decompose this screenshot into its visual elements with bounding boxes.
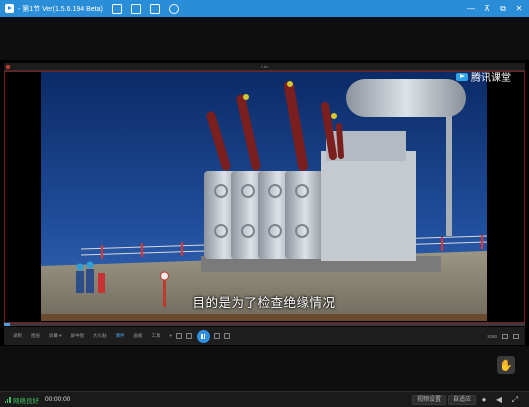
playback-speed-label: 1.6x <box>260 64 269 69</box>
pause-button[interactable] <box>196 329 210 343</box>
minimize-button[interactable]: — <box>463 0 479 17</box>
video-subtitle: 目的是为了检查绝缘情况 <box>192 295 336 310</box>
pin-button[interactable]: ⊼ <box>479 0 495 17</box>
maximize-button[interactable]: ⧉ <box>495 0 511 17</box>
layer-button[interactable]: 图层 <box>31 333 40 339</box>
resolution-label[interactable]: 1080 <box>487 334 497 339</box>
brand-name: 腾讯课堂 <box>471 73 511 84</box>
recording-strip: 1.6x <box>4 63 525 71</box>
player-right-controls: 1080 <box>487 333 519 339</box>
shrink-icon[interactable] <box>149 3 160 14</box>
microphone-icon[interactable]: ● <box>479 395 489 405</box>
board-button[interactable]: 画板 <box>134 333 143 339</box>
close-button[interactable]: ✕ <box>511 0 527 17</box>
transformer-scene-image <box>41 71 487 321</box>
fullscreen-expand-icon[interactable]: ⤢ <box>510 395 520 405</box>
classroom-window: - 第1节 Ver(1.5.6.194 Beta) — ⊼ ⧉ ✕ 1.6x 腾… <box>0 0 529 407</box>
pip-button[interactable]: 屏中图 <box>71 333 85 339</box>
app-logo-icon <box>5 4 14 13</box>
status-bar: 网络良好 00:00:00 视频设置 自适应 ● ◀ ⤢ <box>0 391 529 407</box>
rewind-icon[interactable] <box>175 333 182 339</box>
record-indicator-icon <box>6 65 10 69</box>
forward-icon[interactable] <box>223 333 230 339</box>
volume-icon[interactable] <box>502 333 508 339</box>
network-status: 网络良好 <box>13 397 39 405</box>
elapsed-time: 00:00:00 <box>45 396 71 403</box>
raise-hand-button[interactable]: ✋ <box>497 356 515 374</box>
tencent-classroom-logo-icon <box>456 72 468 82</box>
adaptive-mode-button[interactable]: 自适应 <box>448 395 477 405</box>
video-settings-button[interactable]: 视频设置 <box>412 395 447 405</box>
progress-bar[interactable] <box>4 323 525 326</box>
next-icon[interactable] <box>213 333 220 339</box>
title-bar: - 第1节 Ver(1.5.6.194 Beta) — ⊼ ⧉ ✕ <box>0 0 529 17</box>
speaker-icon[interactable]: ◀ <box>494 395 504 405</box>
sticker-button[interactable]: 大头贴 <box>93 333 107 339</box>
fullscreen-icon[interactable] <box>513 333 519 339</box>
record-button[interactable]: 录制 <box>13 333 22 339</box>
window-controls: — ⊼ ⧉ ✕ <box>463 0 527 17</box>
previous-icon[interactable] <box>185 333 192 339</box>
player-control-bar: 录制 图层 屏幕 ▾ 屏中图 大头贴 课件 画板 工具 ▾ 1080 <box>4 327 525 345</box>
progress-fill <box>4 323 11 326</box>
hand-icon: ✋ <box>499 359 513 372</box>
network-signal-icon <box>5 396 11 403</box>
export-icon[interactable] <box>130 3 141 14</box>
tools-button[interactable]: 工具 <box>152 333 161 339</box>
window-title: - 第1节 Ver(1.5.6.194 Beta) <box>18 5 103 13</box>
tencent-classroom-watermark: 腾讯课堂 <box>456 69 511 84</box>
courseware-button[interactable]: 课件 <box>116 333 125 339</box>
video-frame <box>41 71 487 321</box>
share-icon[interactable] <box>111 3 122 14</box>
screen-button[interactable]: 屏幕 ▾ <box>49 333 62 339</box>
settings-icon[interactable] <box>168 3 179 14</box>
tools-dropdown[interactable]: ▾ <box>170 333 172 339</box>
